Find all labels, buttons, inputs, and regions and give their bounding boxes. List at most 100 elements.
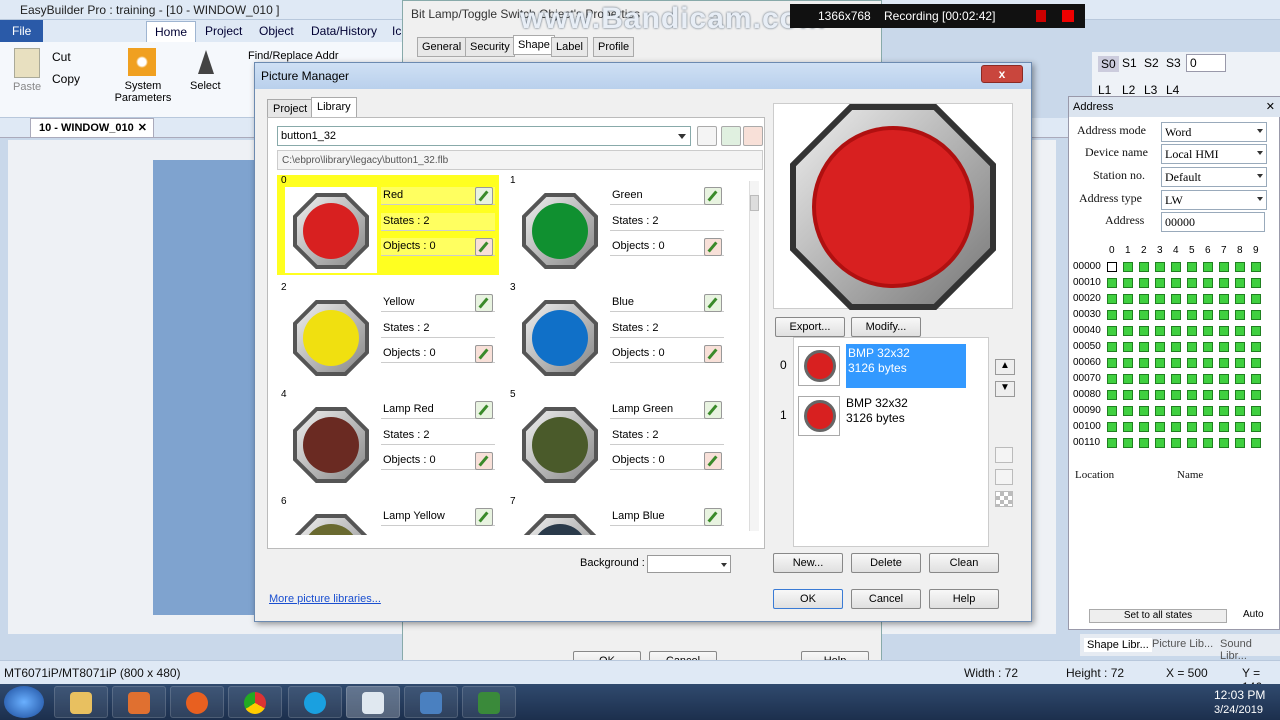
system-parameters-button[interactable]: System Parameters bbox=[114, 80, 172, 104]
address-cell[interactable] bbox=[1203, 278, 1213, 288]
address-cell[interactable] bbox=[1187, 326, 1197, 336]
address-cell[interactable] bbox=[1107, 374, 1117, 384]
paste-button[interactable]: Paste bbox=[13, 81, 41, 93]
address-cell[interactable] bbox=[1139, 390, 1149, 400]
edit-pencil-icon[interactable] bbox=[704, 401, 722, 419]
close-icon[interactable]: ✕ bbox=[138, 121, 147, 134]
picture-item-0[interactable]: 0 Red States : 2 Objects : 0 bbox=[277, 175, 499, 275]
language-l4-button[interactable]: L4 bbox=[1166, 83, 1179, 97]
address-cell[interactable] bbox=[1171, 262, 1181, 272]
picture-item-7[interactable]: 7 Lamp Blue bbox=[506, 496, 728, 535]
taskbar-firefox[interactable] bbox=[170, 686, 224, 718]
address-cell[interactable] bbox=[1155, 358, 1165, 368]
tab-profile[interactable]: Profile bbox=[593, 37, 635, 57]
address-cell[interactable] bbox=[1235, 294, 1245, 304]
auto-checkbox[interactable]: Auto bbox=[1243, 609, 1264, 620]
address-cell[interactable] bbox=[1123, 358, 1133, 368]
address-cell[interactable] bbox=[1171, 438, 1181, 448]
address-cell[interactable] bbox=[1155, 342, 1165, 352]
tab-library-pictures[interactable]: Library bbox=[311, 97, 357, 118]
tab-project-pictures[interactable]: Project bbox=[267, 99, 314, 119]
state-item-0[interactable]: 0 BMP 32x32 3126 bytes bbox=[780, 342, 990, 390]
edit-pencil-icon[interactable] bbox=[704, 508, 722, 526]
address-cell[interactable] bbox=[1219, 326, 1229, 336]
arrow-icon[interactable] bbox=[704, 345, 722, 363]
copy-button[interactable]: Copy bbox=[52, 72, 80, 86]
address-cell[interactable] bbox=[1251, 374, 1261, 384]
cursor-icon[interactable] bbox=[198, 50, 214, 74]
address-cell[interactable] bbox=[1123, 422, 1133, 432]
address-cell[interactable] bbox=[1251, 310, 1261, 320]
address-cell[interactable] bbox=[1107, 262, 1117, 272]
state-s0-button[interactable]: S0 bbox=[1098, 56, 1119, 72]
picture-item-1[interactable]: 1 Green States : 2 Objects : 0 bbox=[506, 175, 728, 275]
address-cell[interactable] bbox=[1123, 438, 1133, 448]
taskbar-skype[interactable] bbox=[288, 686, 342, 718]
address-cell[interactable] bbox=[1203, 422, 1213, 432]
state-s1-button[interactable]: S1 bbox=[1122, 56, 1137, 70]
address-cell[interactable] bbox=[1123, 278, 1133, 288]
arrow-icon[interactable] bbox=[475, 452, 493, 470]
address-cell[interactable] bbox=[1251, 390, 1261, 400]
address-cell[interactable] bbox=[1123, 262, 1133, 272]
address-cell[interactable] bbox=[1123, 390, 1133, 400]
address-cell[interactable] bbox=[1219, 278, 1229, 288]
address-cell[interactable] bbox=[1203, 438, 1213, 448]
select-button[interactable]: Select bbox=[190, 80, 221, 92]
arrow-icon[interactable] bbox=[704, 452, 722, 470]
address-cell[interactable] bbox=[1139, 422, 1149, 432]
edit-pencil-icon[interactable] bbox=[475, 401, 493, 419]
address-cell[interactable] bbox=[1107, 310, 1117, 320]
stop-icon[interactable] bbox=[1062, 10, 1074, 22]
state-item-1[interactable]: 1 BMP 32x32 3126 bytes bbox=[780, 392, 990, 440]
address-cell[interactable] bbox=[1139, 374, 1149, 384]
address-cell[interactable] bbox=[1123, 342, 1133, 352]
tab-file[interactable]: File bbox=[0, 20, 44, 42]
address-cell[interactable] bbox=[1219, 374, 1229, 384]
address-cell[interactable] bbox=[1251, 278, 1261, 288]
tab-picture-library[interactable]: Picture Lib... bbox=[1152, 638, 1213, 650]
address-cell[interactable] bbox=[1203, 262, 1213, 272]
language-l3-button[interactable]: L3 bbox=[1144, 83, 1157, 97]
address-cell[interactable] bbox=[1139, 262, 1149, 272]
address-cell[interactable] bbox=[1171, 342, 1181, 352]
tab-more[interactable]: Ic bbox=[392, 24, 401, 38]
edit-pencil-icon[interactable] bbox=[475, 294, 493, 312]
address-cell[interactable] bbox=[1107, 438, 1117, 448]
address-cell[interactable] bbox=[1107, 422, 1117, 432]
picture-item-2[interactable]: 2 Yellow States : 2 Objects : 0 bbox=[277, 282, 499, 382]
address-type-select[interactable]: LW bbox=[1161, 190, 1267, 210]
address-cell[interactable] bbox=[1235, 342, 1245, 352]
more-picture-libraries-link[interactable]: More picture libraries... bbox=[269, 593, 381, 605]
find-replace-button[interactable]: Find/Replace Addr bbox=[248, 50, 339, 62]
paste-state-icon[interactable] bbox=[995, 469, 1013, 485]
address-cell[interactable] bbox=[1235, 406, 1245, 416]
state-s2-button[interactable]: S2 bbox=[1144, 56, 1159, 70]
address-cell[interactable] bbox=[1235, 262, 1245, 272]
address-cell[interactable] bbox=[1107, 406, 1117, 416]
edit-pencil-icon[interactable] bbox=[704, 294, 722, 312]
arrow-icon[interactable] bbox=[704, 238, 722, 256]
address-cell[interactable] bbox=[1235, 358, 1245, 368]
address-cell[interactable] bbox=[1155, 278, 1165, 288]
language-l1-button[interactable]: L1 bbox=[1098, 83, 1111, 97]
move-down-icon[interactable]: ▼ bbox=[995, 381, 1015, 397]
address-cell[interactable] bbox=[1155, 262, 1165, 272]
address-cell[interactable] bbox=[1171, 390, 1181, 400]
address-cell[interactable] bbox=[1107, 278, 1117, 288]
address-cell[interactable] bbox=[1251, 326, 1261, 336]
address-cell[interactable] bbox=[1235, 278, 1245, 288]
close-icon[interactable]: ✕ bbox=[1266, 100, 1275, 113]
address-cell[interactable] bbox=[1187, 374, 1197, 384]
address-cell[interactable] bbox=[1235, 374, 1245, 384]
cut-button[interactable]: Cut bbox=[52, 50, 71, 64]
add-library-icon[interactable] bbox=[721, 126, 741, 146]
address-cell[interactable] bbox=[1251, 358, 1261, 368]
taskbar-chrome[interactable] bbox=[228, 686, 282, 718]
address-cell[interactable] bbox=[1155, 310, 1165, 320]
arrow-icon[interactable] bbox=[475, 238, 493, 256]
address-cell[interactable] bbox=[1155, 438, 1165, 448]
new-button[interactable]: New... bbox=[773, 553, 843, 573]
address-cell[interactable] bbox=[1155, 374, 1165, 384]
arrow-icon[interactable] bbox=[475, 345, 493, 363]
